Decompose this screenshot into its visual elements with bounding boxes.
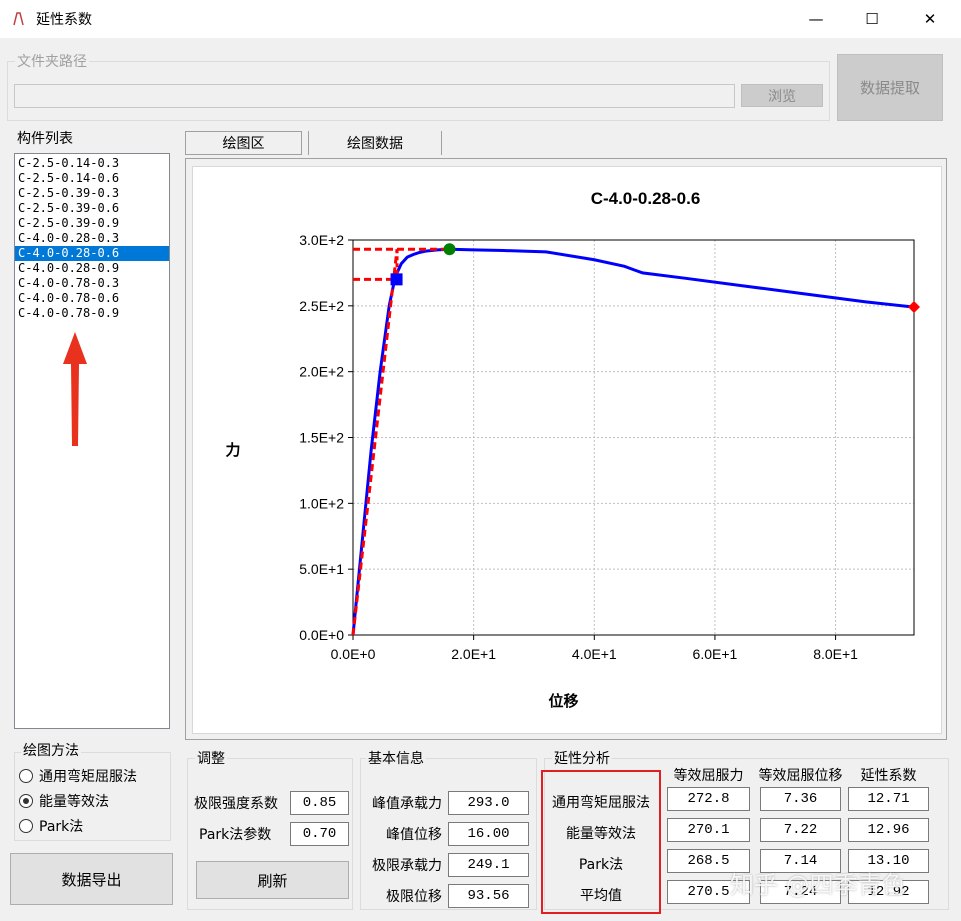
basic-info-label: 基本信息 [366, 748, 426, 768]
x-tick-label: 2.0E+1 [451, 646, 496, 662]
plot-method-option-label: 通用弯矩屈服法 [39, 769, 137, 785]
basic-info-value: 249.1 [448, 853, 529, 877]
extract-data-button[interactable]: 数据提取 [837, 54, 943, 121]
y-axis-label: 力 [225, 441, 240, 459]
list-item[interactable]: C-4.0-0.78-0.3 [15, 276, 169, 291]
basic-info-row-label: 极限位移 [386, 889, 442, 905]
browse-button[interactable]: 浏览 [741, 84, 823, 107]
plot-method-label: 绘图方法 [21, 740, 81, 760]
ultimate-point-marker [908, 301, 920, 314]
initial-stiffness-line [351, 249, 399, 636]
basic-info-row-label: 极限承载力 [372, 858, 442, 874]
ductility-value: 272.8 [667, 787, 750, 811]
ductility-column-header: 等效屈服力 [673, 768, 744, 784]
y-tick-label: 5.0E+1 [299, 561, 344, 577]
chart-title: C-4.0-0.28-0.6 [591, 189, 701, 208]
maximize-button[interactable]: ☐ [849, 0, 895, 38]
title-bar: 延性系数 — ☐ ✕ [0, 0, 961, 38]
tab-plot-area[interactable]: 绘图区 [185, 131, 302, 155]
list-item[interactable]: C-4.0-0.28-0.6 [15, 246, 169, 261]
maximize-icon: ☐ [865, 10, 879, 28]
close-icon: ✕ [923, 10, 937, 28]
folder-path-label: 文件夹路径 [15, 51, 89, 71]
list-item[interactable]: C-2.5-0.39-0.9 [15, 216, 169, 231]
peak-point-marker [443, 243, 456, 256]
ductility-method-label: 能量等效法 [566, 826, 636, 842]
ductility-label: 延性分析 [552, 748, 612, 768]
x-axis-label: 位移 [548, 692, 578, 710]
basic-info-row-label: 峰值承载力 [372, 796, 442, 812]
basic-info-value: 293.0 [448, 791, 529, 815]
export-data-label: 数据导出 [61, 870, 122, 889]
y-tick-label: 3.0E+2 [299, 232, 344, 248]
y-tick-label: 1.5E+2 [299, 430, 344, 446]
radio-icon[interactable] [19, 769, 33, 783]
y-tick-label: 0.0E+0 [299, 627, 344, 643]
park-param-input[interactable]: 0.70 [290, 822, 349, 846]
ductility-chart: C-4.0-0.28-0.6 0.0E+0 5.0E+1 1.0E+2 1.5E+2 2.… [225, 189, 920, 710]
window-title: 延性系数 [36, 12, 92, 28]
y-tick-label: 1.0E+2 [299, 495, 344, 511]
y-tick-label: 2.5E+2 [299, 298, 344, 314]
list-item[interactable]: C-2.5-0.14-0.3 [15, 156, 169, 171]
ductility-method-label: 通用弯矩屈服法 [552, 795, 650, 811]
adjust-label: 调整 [195, 748, 227, 768]
app-icon [13, 12, 24, 26]
list-item[interactable]: C-2.5-0.39-0.3 [15, 186, 169, 201]
extract-data-label: 数据提取 [859, 79, 920, 97]
ductility-value: 270.1 [667, 818, 750, 842]
ductility-method-label: 平均值 [580, 888, 622, 904]
plot-method-option-label: 能量等效法 [39, 794, 109, 810]
x-tick-label: 0.0E+0 [331, 646, 376, 662]
minimize-button[interactable]: — [793, 0, 839, 38]
tab-plot-data-label: 绘图数据 [347, 136, 403, 152]
list-item[interactable]: C-2.5-0.39-0.6 [15, 201, 169, 216]
radio-icon[interactable] [19, 819, 33, 833]
basic-info-value: 16.00 [448, 822, 529, 846]
ductility-value: 7.22 [760, 818, 841, 842]
plot-method-option[interactable]: 能量等效法 [19, 791, 109, 811]
plot-method-option[interactable]: 通用弯矩屈服法 [19, 766, 137, 786]
refresh-button[interactable]: 刷新 [196, 861, 349, 899]
force-displacement-curve [351, 247, 915, 636]
tab-divider [308, 131, 309, 155]
folder-path-input[interactable] [14, 84, 735, 108]
ultimate-coef-input[interactable]: 0.85 [290, 791, 349, 815]
y-tick-label: 2.0E+2 [299, 364, 344, 380]
ductility-column-header: 等效屈服位移 [758, 768, 843, 784]
export-data-button[interactable]: 数据导出 [10, 853, 173, 905]
ductility-value: 12.71 [848, 787, 929, 811]
ductility-value: 7.36 [760, 787, 841, 811]
plot-method-option-label: Park法 [39, 819, 84, 835]
list-item[interactable]: C-2.5-0.14-0.6 [15, 171, 169, 186]
list-item[interactable]: C-4.0-0.28-0.3 [15, 231, 169, 246]
refresh-label: 刷新 [257, 871, 288, 890]
list-item[interactable]: C-4.0-0.78-0.9 [15, 306, 169, 321]
browse-button-label: 浏览 [768, 88, 796, 105]
tab-divider [441, 131, 442, 155]
watermark: 知乎 @四季青色 [730, 871, 906, 899]
x-tick-label: 6.0E+1 [693, 646, 738, 662]
ultimate-coef-label: 极限强度系数 [194, 796, 278, 812]
radio-icon[interactable] [19, 794, 33, 808]
x-tick-label: 8.0E+1 [813, 646, 858, 662]
close-button[interactable]: ✕ [907, 0, 953, 38]
ductility-column-header: 延性系数 [860, 768, 917, 784]
park-param-label: Park法参数 [199, 827, 272, 843]
annotation-arrow [63, 332, 87, 446]
minimize-icon: — [808, 10, 824, 28]
plot-method-option[interactable]: Park法 [19, 816, 83, 836]
x-tick-label: 4.0E+1 [572, 646, 617, 662]
list-item[interactable]: C-4.0-0.78-0.6 [15, 291, 169, 306]
tab-plot-data[interactable]: 绘图数据 [310, 131, 440, 155]
component-list-label: 构件列表 [17, 131, 73, 147]
tab-plot-area-label: 绘图区 [222, 136, 265, 152]
yield-point-marker [390, 273, 403, 286]
list-item[interactable]: C-4.0-0.28-0.9 [15, 261, 169, 276]
basic-info-value: 93.56 [448, 884, 529, 908]
basic-info-row-label: 峰值位移 [386, 827, 442, 843]
ductility-method-label: Park法 [578, 857, 624, 873]
ductility-value: 12.96 [848, 818, 929, 842]
